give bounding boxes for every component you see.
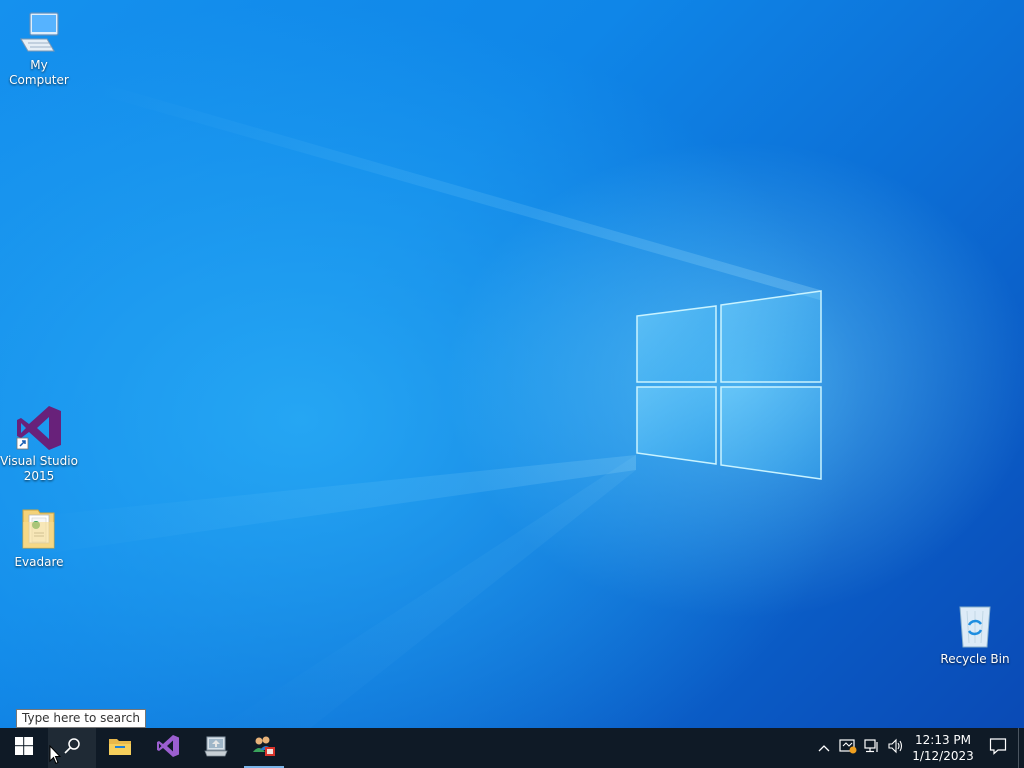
desktop-icon-label: Visual Studio 2015	[0, 454, 78, 483]
search-icon	[63, 737, 81, 760]
system-tray: 12:13 PM 1/12/2023	[812, 728, 1024, 768]
action-center-button[interactable]	[978, 728, 1018, 768]
volume-tray-button[interactable]	[884, 728, 908, 768]
desktop[interactable]: My Computer Visual Studio 2015 Evadare R…	[0, 0, 1024, 768]
clock-date: 1/12/2023	[912, 749, 974, 763]
taskbar-visual-studio-button[interactable]	[144, 728, 192, 768]
wallpaper-windows-logo	[0, 80, 822, 768]
chevron-up-icon	[818, 739, 830, 757]
start-windows-icon	[15, 736, 33, 760]
search-tooltip: Type here to search	[16, 709, 146, 728]
start-button[interactable]	[0, 728, 48, 768]
security-tray-button[interactable]	[836, 728, 860, 768]
visual-studio-icon	[15, 404, 63, 452]
recycle-bin-icon	[951, 602, 999, 650]
desktop-icon-label: Recycle Bin	[940, 652, 1010, 666]
taskbar-clock[interactable]: 12:13 PM 1/12/2023	[908, 728, 978, 768]
taskbar-file-explorer-button[interactable]	[96, 728, 144, 768]
network-icon	[864, 738, 880, 759]
network-tray-button[interactable]	[860, 728, 884, 768]
action-center-icon	[989, 737, 1007, 760]
folder-icon	[15, 505, 63, 553]
computer-icon	[15, 8, 63, 56]
users-app-icon	[251, 735, 277, 762]
show-desktop-button[interactable]	[1018, 728, 1024, 768]
visual-studio-icon	[156, 734, 180, 763]
desktop-icon-label: My Computer	[9, 58, 69, 87]
mouse-cursor-icon	[49, 745, 61, 765]
computer-management-icon	[204, 735, 228, 762]
clock-time: 12:13 PM	[915, 733, 971, 747]
desktop-icon-my-computer[interactable]: My Computer	[0, 8, 78, 88]
security-alert-icon	[839, 738, 857, 759]
desktop-icon-label: Evadare	[14, 555, 64, 569]
taskbar[interactable]: 12:13 PM 1/12/2023	[0, 728, 1024, 768]
desktop-icon-visual-studio[interactable]: Visual Studio 2015	[0, 404, 78, 484]
file-explorer-icon	[108, 736, 132, 761]
taskbar-users-app-button[interactable]	[240, 728, 288, 768]
desktop-icon-recycle-bin[interactable]: Recycle Bin	[936, 602, 1014, 667]
desktop-icon-evadare[interactable]: Evadare	[0, 505, 78, 570]
taskbar-computer-management-button[interactable]	[192, 728, 240, 768]
volume-icon	[888, 738, 904, 759]
show-hidden-icons-button[interactable]	[812, 728, 836, 768]
